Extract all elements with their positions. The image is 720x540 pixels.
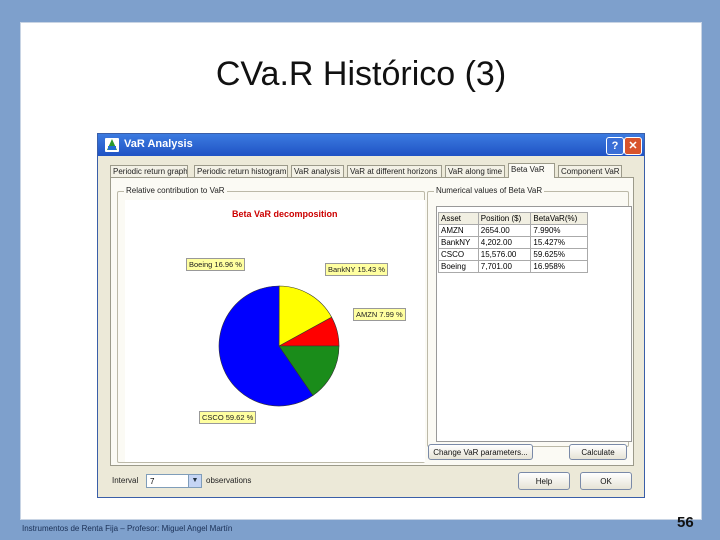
beta-var-table: Asset Position ($) BetaVaR(%) AMZN 2654.… [438,212,588,273]
interval-select[interactable]: 7 ▼ [146,474,202,488]
close-button[interactable]: ✕ [624,137,642,155]
slide-footer: Instrumentos de Renta Fija – Profesor: M… [22,524,233,533]
interval-label: Interval [112,476,139,485]
cell-position: 15,576.00 [477,248,532,261]
col-position[interactable]: Position ($) [477,212,532,225]
numerical-values-group: Numerical values of Beta VaR Asset Posit… [427,186,632,447]
relative-contribution-label: Relative contribution to VaR [124,186,227,195]
cell-asset: BankNY [438,236,479,249]
cell-asset: Boeing [438,260,479,273]
tab-var-along-time[interactable]: VaR along time [445,165,505,177]
tab-beta-var[interactable]: Beta VaR [508,163,555,178]
page-number: 56 [677,514,694,531]
numerical-values-label: Numerical values of Beta VaR [434,186,545,195]
change-var-parameters-button[interactable]: Change VaR parameters... [428,444,533,460]
cell-position: 4,202.00 [477,236,532,249]
table-row[interactable]: Boeing 7,701.00 16.958% [438,260,588,273]
tab-periodic-return-histogram[interactable]: Periodic return histogram [194,165,288,177]
window-title: VaR Analysis [124,138,193,150]
var-analysis-window: VaR Analysis ? ✕ Periodic return graph P… [97,133,645,498]
pyramid-icon [105,138,119,152]
pie-chart [218,285,340,407]
help-title-button[interactable]: ? [606,137,624,155]
tab-periodic-return-graph[interactable]: Periodic return graph [110,165,188,177]
tab-component-var[interactable]: Component VaR [558,165,622,177]
tab-var-horizons[interactable]: VaR at different horizons [347,165,442,177]
tab-panel: Relative contribution to VaR Beta VaR de… [110,177,634,466]
window-titlebar[interactable]: VaR Analysis ? ✕ [98,134,644,156]
cell-beta-var: 15.427% [530,236,588,249]
slide-title: CVa.R Histórico (3) [215,55,507,93]
pie-label-boeing: Boeing 16.96 % [186,258,245,271]
help-button[interactable]: Help [518,472,570,490]
pie-label-bankny: BankNY 15.43 % [325,263,388,276]
cell-beta-var: 59.625% [530,248,588,261]
cell-asset: CSCO [438,248,479,261]
tab-var-analysis[interactable]: VaR analysis [291,165,344,177]
table-row[interactable]: BankNY 4,202.00 15.427% [438,236,588,249]
pie-label-csco: CSCO 59.62 % [199,411,257,424]
table-row[interactable]: AMZN 2654.00 7.990% [438,224,588,237]
cell-position: 2654.00 [477,224,532,237]
calculate-button[interactable]: Calculate [569,444,627,460]
chart-area: Beta VaR decomposition Boeing 16.96 % Ba… [125,200,425,462]
pie-label-amzn: AMZN 7.99 % [353,308,406,321]
col-asset[interactable]: Asset [438,212,479,225]
cell-position: 7,701.00 [477,260,532,273]
table-header-row: Asset Position ($) BetaVaR(%) [438,212,588,225]
interval-value: 7 [150,477,155,486]
cell-beta-var: 7.990% [530,224,588,237]
table-row[interactable]: CSCO 15,576.00 59.625% [438,248,588,261]
observations-label: observations [206,476,252,485]
ok-button[interactable]: OK [580,472,632,490]
cell-beta-var: 16.958% [530,260,588,273]
chevron-down-icon[interactable]: ▼ [188,475,201,487]
cell-asset: AMZN [438,224,479,237]
col-beta-var[interactable]: BetaVaR(%) [530,212,588,225]
